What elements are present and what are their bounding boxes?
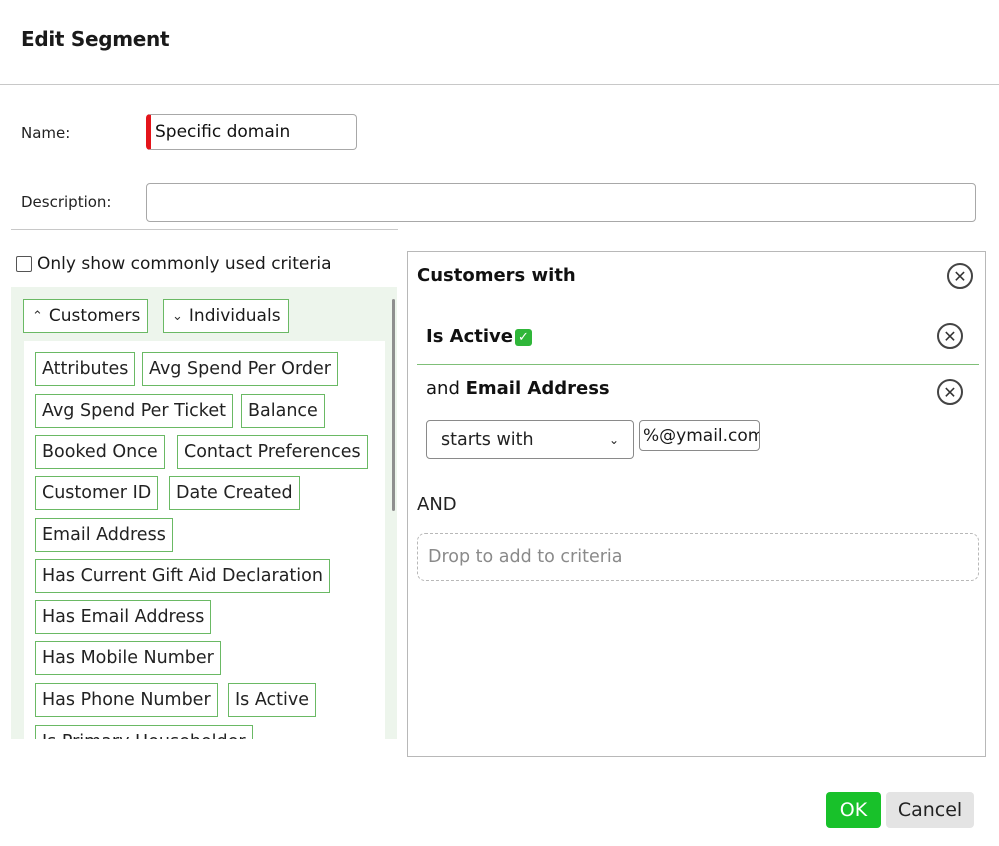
- scrollbar[interactable]: [392, 299, 395, 511]
- tab-individuals[interactable]: ⌄ Individuals: [163, 299, 289, 333]
- criteria-item[interactable]: Attributes: [35, 352, 136, 386]
- condition-email-address: and Email Address: [426, 378, 610, 399]
- remove-condition-button[interactable]: ✕: [937, 323, 963, 349]
- criteria-item[interactable]: Avg Spend Per Ticket: [35, 394, 233, 428]
- ok-button[interactable]: OK: [826, 792, 881, 828]
- criteria-item[interactable]: Is Active: [228, 683, 316, 717]
- cancel-button[interactable]: Cancel: [886, 792, 974, 828]
- condition-is-active: Is Active: [426, 326, 513, 347]
- is-active-checkbox[interactable]: ✓: [515, 329, 532, 346]
- circle-x-icon: ✕: [953, 266, 967, 286]
- criteria-panel: ⌃ Customers ⌄ Individuals Attributes Avg…: [11, 287, 397, 739]
- criteria-item[interactable]: Booked Once: [35, 435, 165, 469]
- operator-select[interactable]: starts with ⌄: [426, 420, 634, 459]
- remove-group-button[interactable]: ✕: [947, 263, 973, 289]
- chevron-down-icon: ⌄: [608, 432, 619, 447]
- criteria-list: Attributes Avg Spend Per Order Avg Spend…: [24, 341, 385, 739]
- dialog-header: Edit Segment: [0, 0, 999, 85]
- description-label: Description:: [21, 193, 112, 211]
- builder-heading: Customers with: [417, 265, 576, 286]
- and-label: AND: [417, 494, 457, 515]
- condition-divider: [417, 364, 979, 365]
- criteria-item[interactable]: Avg Spend Per Order: [142, 352, 338, 386]
- name-label: Name:: [21, 124, 71, 142]
- description-input[interactable]: [146, 183, 976, 222]
- criteria-item[interactable]: Has Phone Number: [35, 683, 218, 717]
- chevron-up-icon: ⌃: [32, 308, 43, 324]
- criteria-item[interactable]: Is Primary Householder: [35, 725, 253, 739]
- drop-zone[interactable]: Drop to add to criteria: [417, 533, 979, 581]
- criteria-item[interactable]: Balance: [241, 394, 325, 428]
- condition-field: Is Active: [426, 326, 513, 347]
- criteria-item[interactable]: Has Mobile Number: [35, 641, 221, 675]
- chevron-down-icon: ⌄: [172, 308, 183, 324]
- drop-placeholder: Drop to add to criteria: [428, 547, 623, 567]
- name-input[interactable]: [146, 114, 357, 150]
- tab-label: Customers: [48, 306, 141, 326]
- remove-condition-button[interactable]: ✕: [937, 379, 963, 405]
- criteria-item[interactable]: Has Email Address: [35, 600, 212, 634]
- criteria-item[interactable]: Email Address: [35, 518, 173, 552]
- criteria-item[interactable]: Date Created: [169, 476, 300, 510]
- tab-customers[interactable]: ⌃ Customers: [23, 299, 149, 333]
- condition-field: Email Address: [465, 378, 610, 399]
- criteria-item[interactable]: Customer ID: [35, 476, 159, 510]
- dialog-title: Edit Segment: [21, 27, 170, 51]
- condition-prefix: and: [426, 378, 460, 399]
- only-common-label: Only show commonly used criteria: [37, 254, 332, 274]
- only-common-checkbox[interactable]: [16, 256, 32, 272]
- operator-value: starts with: [441, 429, 534, 450]
- segment-builder: Customers with ✕ Is Active ✓ ✕ and Email…: [407, 251, 986, 757]
- email-value-input[interactable]: %@ymail.com: [639, 420, 760, 451]
- circle-x-icon: ✕: [943, 382, 957, 402]
- check-icon: ✓: [518, 330, 529, 345]
- circle-x-icon: ✕: [943, 326, 957, 346]
- tab-label: Individuals: [188, 306, 281, 326]
- only-common-toggle[interactable]: Only show commonly used criteria: [16, 254, 332, 274]
- criteria-item[interactable]: Has Current Gift Aid Declaration: [35, 559, 330, 593]
- criteria-item[interactable]: Contact Preferences: [177, 435, 368, 469]
- email-value-text: %@ymail.com: [643, 425, 760, 446]
- divider: [11, 229, 398, 230]
